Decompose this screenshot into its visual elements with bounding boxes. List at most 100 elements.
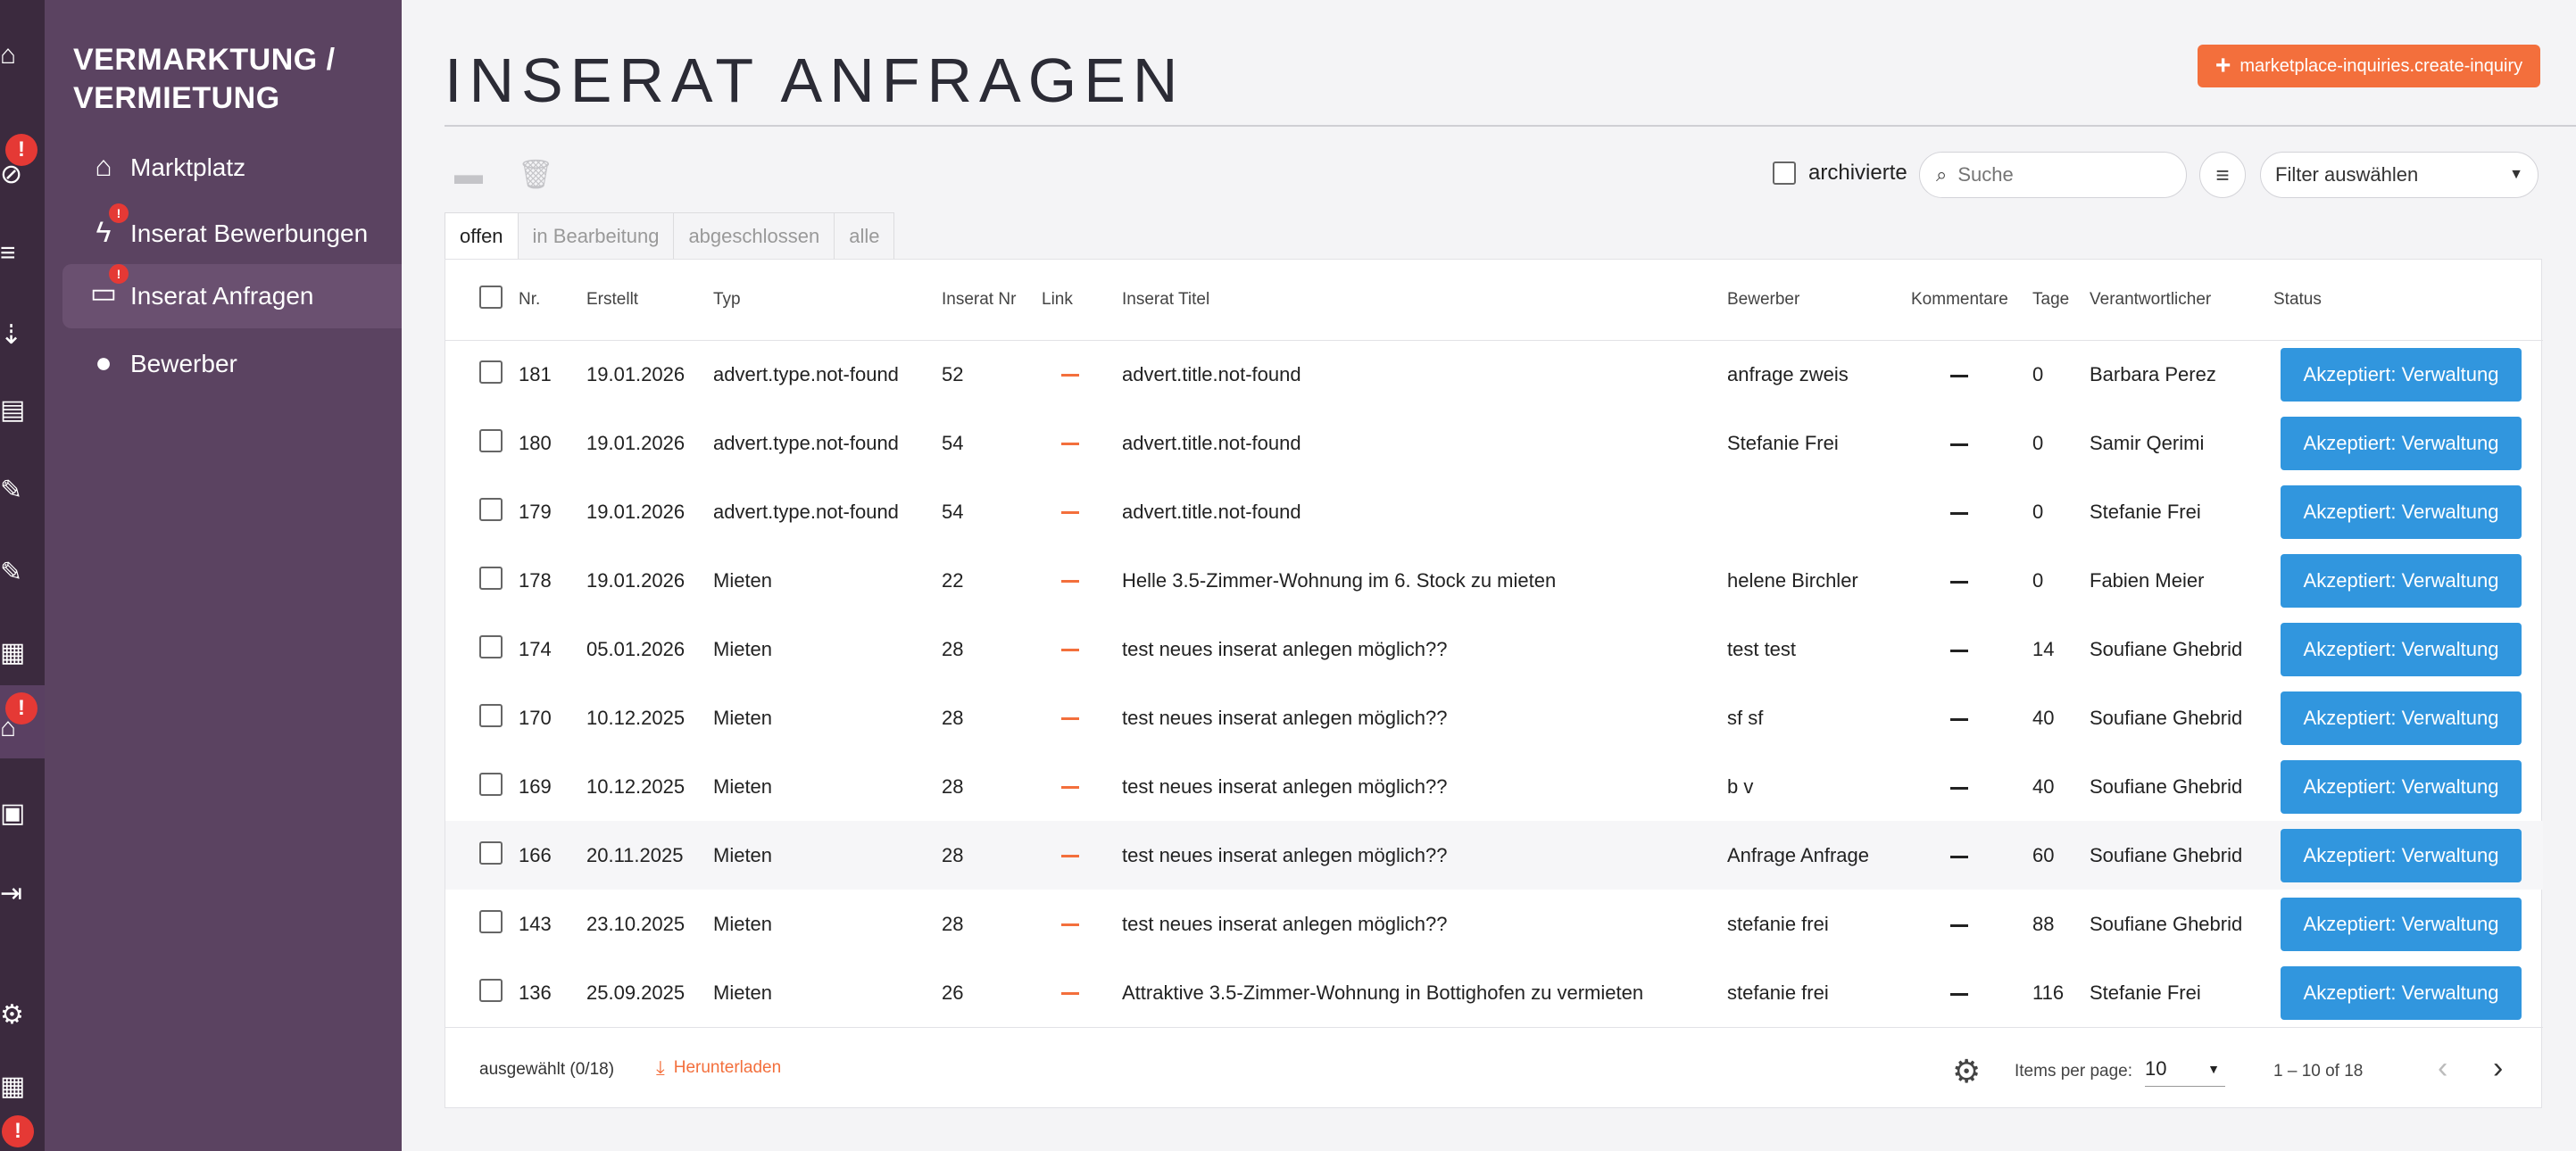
create-inquiry-button[interactable]: + marketplace-inquiries.create-inquiry [2198, 45, 2540, 87]
status-button[interactable]: Akzeptiert: Verwaltung [2281, 347, 2522, 402]
table-row[interactable]: 143 23.10.2025 Mieten 28 test neues inserat … [445, 890, 2543, 958]
link-dash-icon[interactable] [1061, 443, 1079, 446]
contact-card-icon[interactable]: ▣ [0, 796, 36, 832]
column-header[interactable]: Tage [2032, 260, 2090, 341]
column-header[interactable]: Nr. [519, 260, 586, 341]
table-row[interactable]: 179 19.01.2026 advert.type.not-found 54 adve… [445, 477, 2543, 546]
table-row[interactable]: 169 10.12.2025 Mieten 28 test neues inserat … [445, 752, 2543, 821]
tab-in-bearbeitung[interactable]: in Bearbeitung [517, 212, 675, 259]
cell-days: 88 [2032, 912, 2055, 935]
filter-select[interactable]: Filter auswählen ▼ [2260, 152, 2539, 198]
row-checkbox[interactable] [479, 428, 503, 452]
archived-checkbox[interactable] [1773, 161, 1796, 185]
row-checkbox[interactable] [479, 360, 503, 384]
column-header[interactable]: Erstellt [586, 260, 713, 341]
tab-abgeschlossen[interactable]: abgeschlossen [673, 212, 835, 259]
row-checkbox[interactable] [479, 497, 503, 521]
plus-icon: + [2215, 51, 2231, 80]
status-button[interactable]: Akzeptiert: Verwaltung [2281, 691, 2522, 745]
archived-toggle[interactable]: archivierte [1773, 161, 1907, 186]
link-dash-icon[interactable] [1061, 649, 1079, 652]
sidebar-item-inserat-anfragen[interactable]: ▭ ! Inserat Anfragen [62, 264, 402, 328]
gear-icon[interactable]: ⚙ [1952, 1053, 1981, 1090]
gear-icon[interactable]: ⚙ [0, 998, 36, 1033]
link-dash-icon[interactable] [1061, 786, 1079, 790]
home-icon[interactable]: ⌂ [0, 37, 36, 73]
chevron-down-icon: ▼ [2509, 167, 2523, 182]
table-row[interactable]: 181 19.01.2026 advert.type.not-found 52 adve… [445, 340, 2543, 409]
tab-alle[interactable]: alle [834, 212, 895, 259]
cell-status: Akzeptiert: Verwaltung [2273, 890, 2543, 958]
cell-link [1042, 546, 1122, 615]
cell-comments [1911, 477, 2032, 546]
download-icon: ⤓ [656, 1056, 665, 1079]
status-button[interactable]: Akzeptiert: Verwaltung [2281, 828, 2522, 882]
link-dash-icon[interactable] [1061, 374, 1079, 377]
download-button[interactable]: ⤓ Herunterladen [656, 1056, 781, 1080]
link-dash-icon[interactable] [1061, 923, 1079, 927]
table-row[interactable]: 180 19.01.2026 advert.type.not-found 54 adve… [445, 409, 2543, 477]
filter-button[interactable]: ≡ [2199, 152, 2246, 198]
items-per-page-select[interactable]: 10 ▼ [2145, 1051, 2225, 1087]
column-header[interactable]: Inserat Nr [942, 260, 1042, 341]
status-button[interactable]: Akzeptiert: Verwaltung [2281, 553, 2522, 608]
items-per-page-value: 10 [2145, 1057, 2167, 1080]
sidebar-item-bewerber[interactable]: ● Bewerber [62, 337, 402, 391]
menu-icon[interactable]: ≡ [0, 236, 36, 271]
link-dash-icon[interactable] [1061, 717, 1079, 721]
sidebar-item-marktplatz[interactable]: ⌂ Marktplatz [62, 141, 402, 195]
logout-icon[interactable]: ⇥ [0, 876, 36, 912]
link-dash-icon[interactable] [1061, 855, 1079, 858]
table-row[interactable]: 136 25.09.2025 Mieten 26 Attraktive 3.5-Zimm… [445, 958, 2543, 1027]
column-header[interactable]: Status [2273, 260, 2543, 341]
archive-icon[interactable]: ▬ [452, 157, 486, 191]
column-header[interactable]: Typ [713, 260, 942, 341]
row-checkbox[interactable] [479, 772, 503, 796]
sort-icon[interactable]: ⇣ [0, 318, 36, 353]
cell-type: advert.type.not-found [713, 362, 899, 385]
row-checkbox[interactable] [479, 978, 503, 1002]
status-button[interactable]: Akzeptiert: Verwaltung [2281, 416, 2522, 470]
pagination-range: 1 – 10 of 18 [2273, 1062, 2364, 1081]
link-dash-icon[interactable] [1061, 511, 1079, 515]
cell-comments [1911, 821, 2032, 890]
trash-icon[interactable]: 🗑 [518, 157, 554, 191]
select-all-checkbox[interactable] [479, 285, 503, 309]
column-header[interactable]: Link [1042, 260, 1122, 341]
status-button[interactable]: Akzeptiert: Verwaltung [2281, 759, 2522, 814]
table-row[interactable]: 178 19.01.2026 Mieten 22 Helle 3.5-Zimmer-Wo… [445, 546, 2543, 615]
column-header[interactable]: Bewerber [1727, 260, 1911, 341]
search-input[interactable] [1957, 163, 2164, 186]
column-header[interactable]: Verantwortlicher [2090, 260, 2273, 341]
link-dash-icon[interactable] [1061, 580, 1079, 584]
search-box[interactable]: ⌕ [1919, 152, 2187, 198]
table-row[interactable]: 166 20.11.2025 Mieten 28 test neues inserat … [445, 821, 2543, 890]
status-button[interactable]: Akzeptiert: Verwaltung [2281, 897, 2522, 951]
status-button[interactable]: Akzeptiert: Verwaltung [2281, 484, 2522, 539]
row-checkbox[interactable] [479, 634, 503, 658]
column-header[interactable]: Kommentare [1911, 260, 2032, 341]
column-header[interactable]: Inserat Titel [1122, 260, 1727, 341]
table-row[interactable]: 170 10.12.2025 Mieten 28 test neues inserat … [445, 683, 2543, 752]
tab-offen[interactable]: offen [445, 212, 519, 259]
document-icon[interactable]: ▤ [0, 393, 36, 428]
filter-icon: ≡ [2215, 161, 2230, 188]
calendar-check-icon[interactable]: ▦ [0, 635, 36, 671]
calendar-icon[interactable]: ▦ [0, 1069, 36, 1105]
sidebar-item-inserat-bewerbungen[interactable]: ϟ ! Inserat Bewerbungen [62, 203, 402, 261]
row-checkbox[interactable] [479, 703, 503, 727]
row-select-cell [445, 615, 519, 683]
edit-alt-icon[interactable]: ✎ [0, 555, 36, 591]
row-checkbox[interactable] [479, 566, 503, 590]
edit-icon[interactable]: ✎ [0, 473, 36, 509]
row-checkbox[interactable] [479, 840, 503, 865]
previous-page-button[interactable]: ‹ [2438, 1051, 2447, 1086]
next-page-button[interactable]: › [2493, 1051, 2503, 1086]
table-row[interactable]: 174 05.01.2026 Mieten 28 test neues inserat … [445, 615, 2543, 683]
row-checkbox[interactable] [479, 909, 503, 933]
cell-created: 25.09.2025 [586, 981, 686, 1004]
comments-dash-icon [1950, 717, 1968, 721]
status-button[interactable]: Akzeptiert: Verwaltung [2281, 965, 2522, 1020]
status-button[interactable]: Akzeptiert: Verwaltung [2281, 622, 2522, 676]
link-dash-icon[interactable] [1061, 992, 1079, 996]
